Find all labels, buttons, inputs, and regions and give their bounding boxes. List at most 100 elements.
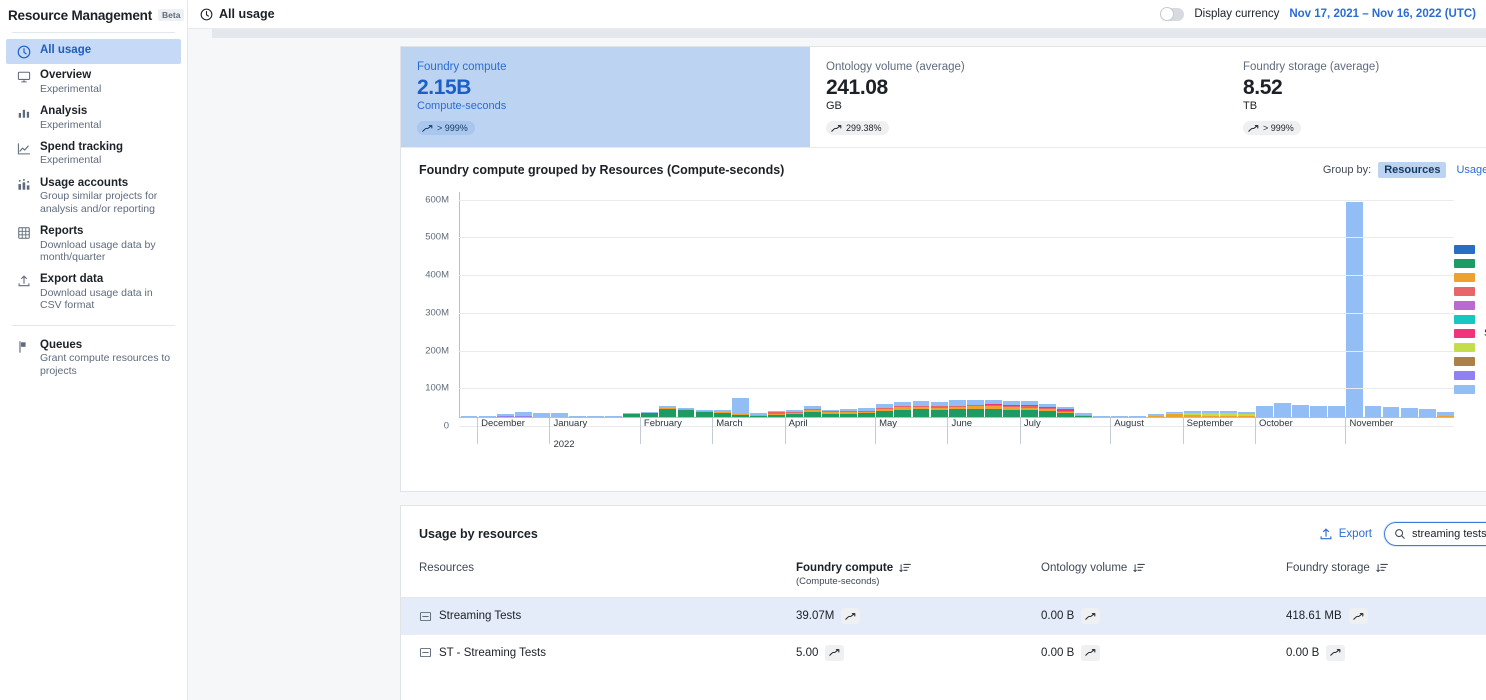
kpi-foundry-storage[interactable]: Foundry storage (average) 8.52 TB > 999% bbox=[1227, 47, 1486, 147]
sidebar-item-analysis[interactable]: Analysis Experimental bbox=[6, 100, 181, 136]
kpi-ontology-volume[interactable]: Ontology volume (average) 241.08 GB 299.… bbox=[810, 47, 1227, 147]
column-header-foundry-compute[interactable]: Foundry compute (Compute-seconds) bbox=[796, 562, 1041, 587]
legend-item[interactable] bbox=[1454, 298, 1486, 312]
trend-chart-icon[interactable] bbox=[825, 644, 845, 661]
chart-bar[interactable] bbox=[1129, 415, 1147, 417]
chart-bar[interactable] bbox=[822, 409, 840, 417]
legend-item[interactable]: Streaming Tests bbox=[1454, 326, 1486, 340]
sidebar-divider-2 bbox=[12, 324, 175, 326]
chart-bar[interactable] bbox=[1436, 412, 1454, 417]
chart-bar[interactable] bbox=[478, 415, 496, 417]
date-range-selector[interactable]: Nov 17, 2021 – Nov 16, 2022 (UTC) bbox=[1289, 8, 1476, 20]
chart-bar[interactable] bbox=[1346, 201, 1364, 417]
search-input[interactable]: streaming tests ✕ bbox=[1384, 522, 1486, 546]
chart-bar[interactable] bbox=[804, 406, 821, 417]
chart-bar[interactable] bbox=[1201, 410, 1219, 417]
chart-bar[interactable] bbox=[623, 413, 641, 417]
chart-bar[interactable] bbox=[749, 413, 767, 417]
legend-item[interactable] bbox=[1454, 340, 1486, 354]
chart-bar[interactable] bbox=[858, 408, 876, 417]
legend-item[interactable] bbox=[1454, 368, 1486, 382]
table-row[interactable]: ST - Streaming Tests 5.00 0.00 B 0.00 B bbox=[401, 634, 1486, 670]
chart-bar[interactable] bbox=[1075, 413, 1093, 417]
chart-bar[interactable] bbox=[587, 415, 605, 417]
chart-bar[interactable] bbox=[514, 411, 532, 417]
chart-bar[interactable] bbox=[930, 401, 948, 417]
chart-bar[interactable] bbox=[912, 400, 930, 417]
legend-item[interactable] bbox=[1454, 256, 1486, 270]
trend-chart-icon[interactable] bbox=[841, 608, 861, 624]
chart-bar[interactable] bbox=[1002, 400, 1020, 417]
export-button[interactable]: Export bbox=[1319, 527, 1372, 541]
chart-bar[interactable] bbox=[1400, 407, 1418, 417]
chart-bar[interactable] bbox=[1093, 415, 1111, 417]
legend-item[interactable] bbox=[1454, 242, 1486, 256]
chart-bar[interactable] bbox=[1039, 403, 1056, 417]
chart-bar[interactable] bbox=[659, 405, 677, 417]
chart-bar[interactable] bbox=[1418, 408, 1436, 417]
trend-chart-icon[interactable] bbox=[1081, 644, 1101, 661]
chart-bar[interactable] bbox=[677, 407, 695, 417]
chart-bar[interactable] bbox=[948, 400, 966, 417]
sidebar-item-queues[interactable]: Queues Grant compute resources to projec… bbox=[6, 334, 181, 382]
chart-bar[interactable] bbox=[894, 401, 912, 417]
legend-item[interactable] bbox=[1454, 284, 1486, 298]
chart-bar[interactable] bbox=[569, 415, 586, 417]
chart-bar[interactable] bbox=[550, 413, 568, 417]
search-value[interactable]: streaming tests bbox=[1412, 528, 1486, 540]
sort-descending-icon[interactable] bbox=[1133, 562, 1146, 575]
sidebar-item-export-data[interactable]: Export data Download usage data in CSV f… bbox=[6, 268, 181, 316]
chart-bar[interactable] bbox=[695, 409, 713, 417]
chart-bar[interactable] bbox=[1292, 405, 1310, 417]
sidebar-item-reports[interactable]: Reports Download usage data by month/qua… bbox=[6, 220, 181, 268]
sidebar-item-usage-accounts[interactable]: Usage accounts Group similar projects fo… bbox=[6, 172, 181, 220]
group-by-option-resources[interactable]: Resources bbox=[1378, 162, 1447, 178]
chart-bar[interactable] bbox=[1364, 406, 1382, 417]
chart-bar[interactable] bbox=[1147, 414, 1165, 417]
column-header-foundry-storage[interactable]: Foundry storage bbox=[1286, 562, 1486, 587]
sidebar-item-spend-tracking[interactable]: Spend tracking Experimental bbox=[6, 136, 181, 172]
chart-bar[interactable] bbox=[496, 413, 514, 417]
trend-chart-icon[interactable] bbox=[1348, 608, 1368, 624]
legend-item[interactable] bbox=[1454, 270, 1486, 284]
chart-bar[interactable] bbox=[1328, 406, 1346, 417]
chart-bar[interactable] bbox=[605, 415, 623, 417]
legend-item[interactable] bbox=[1454, 382, 1486, 396]
chart-bar[interactable] bbox=[840, 409, 858, 417]
chart-bar[interactable] bbox=[1183, 411, 1201, 417]
chart-bar[interactable] bbox=[460, 415, 478, 417]
chart-bar[interactable] bbox=[1219, 411, 1237, 417]
chart-bar[interactable] bbox=[1021, 401, 1038, 417]
chart-bar[interactable] bbox=[1274, 403, 1291, 417]
group-by-option-usage-accounts[interactable]: Usage accounts bbox=[1450, 162, 1486, 178]
chart-bar[interactable] bbox=[1111, 415, 1129, 417]
chart-bar[interactable] bbox=[876, 403, 894, 417]
chart-bar[interactable] bbox=[966, 399, 984, 417]
chart-bar[interactable] bbox=[1382, 407, 1400, 417]
chart-bar[interactable] bbox=[1057, 407, 1075, 417]
chart-bar[interactable] bbox=[767, 411, 785, 417]
chart-bar[interactable] bbox=[713, 410, 731, 417]
chart-bar[interactable] bbox=[532, 412, 550, 417]
legend-item[interactable] bbox=[1454, 312, 1486, 326]
legend-item[interactable] bbox=[1454, 354, 1486, 368]
chart-bar[interactable] bbox=[1256, 406, 1273, 417]
chart-bar[interactable] bbox=[786, 410, 803, 417]
column-header-ontology-volume[interactable]: Ontology volume bbox=[1041, 562, 1286, 587]
sidebar-item-all-usage[interactable]: All usage bbox=[6, 39, 181, 64]
sort-descending-icon[interactable] bbox=[1376, 562, 1389, 575]
trend-chart-icon[interactable] bbox=[1081, 608, 1101, 624]
display-currency-toggle[interactable] bbox=[1160, 7, 1185, 21]
table-row[interactable]: Streaming Tests 39.07M 0.00 B 418.61 MB bbox=[401, 598, 1486, 634]
chart-bar[interactable] bbox=[984, 399, 1002, 417]
sidebar-item-overview[interactable]: Overview Experimental bbox=[6, 64, 181, 100]
chart-bar[interactable] bbox=[1165, 411, 1183, 417]
chart-bar[interactable] bbox=[731, 398, 749, 417]
chart-bar[interactable] bbox=[1310, 405, 1328, 417]
sidebar-item-sub: Experimental bbox=[40, 154, 102, 167]
chart-bar[interactable] bbox=[1237, 411, 1255, 417]
sort-descending-icon[interactable] bbox=[899, 562, 912, 575]
trend-chart-icon[interactable] bbox=[1326, 644, 1346, 661]
kpi-foundry-compute[interactable]: Foundry compute 2.15B Compute-seconds > … bbox=[401, 47, 810, 147]
chart-bar[interactable] bbox=[641, 412, 659, 417]
